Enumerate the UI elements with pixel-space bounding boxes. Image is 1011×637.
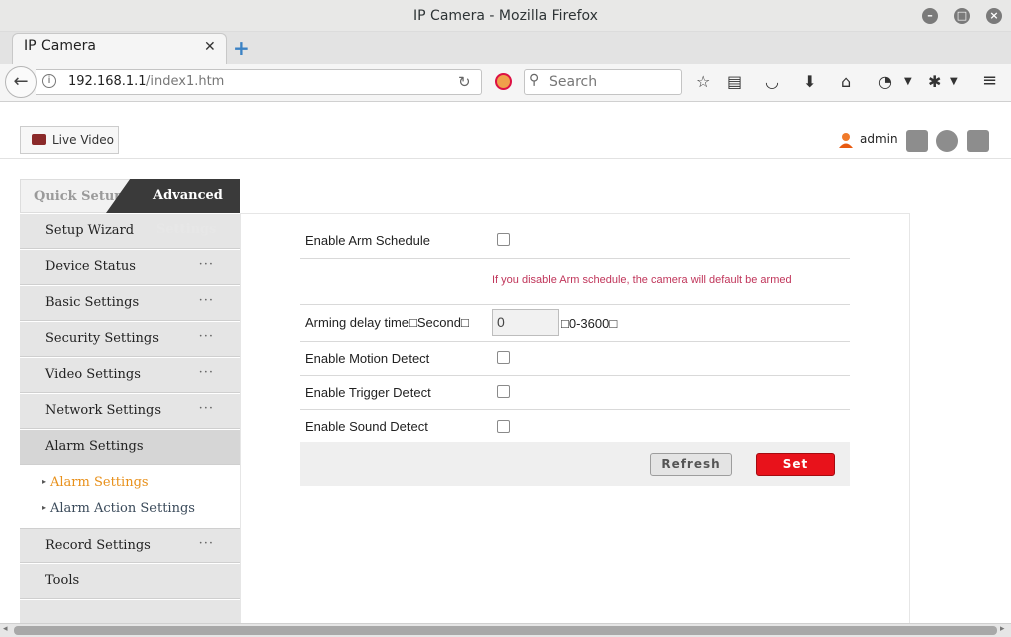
bullet-arrow-icon: ▸	[42, 503, 47, 512]
download-icon[interactable]: ⬇	[803, 72, 816, 91]
home-icon[interactable]: ⌂	[841, 72, 851, 91]
row-divider	[300, 409, 850, 410]
expand-dots-icon: ···	[198, 329, 214, 344]
scroll-right-icon[interactable]: ▸	[1000, 624, 1005, 634]
bullet-arrow-icon: ▸	[42, 477, 47, 486]
sidebar-item-tools[interactable]: Tools	[20, 564, 240, 599]
url-path: /index1.htm	[146, 74, 225, 89]
tab-close-icon[interactable]: ✕	[204, 39, 216, 55]
url-host: 192.168.1.1	[68, 74, 147, 89]
trigger-detect-label: Enable Trigger Detect	[305, 385, 431, 400]
window-title: IP Camera - Mozilla Firefox	[413, 8, 598, 24]
bookmark-star-icon[interactable]: ☆	[696, 72, 710, 91]
sidebar-item-record-settings[interactable]: Record Settings ···	[20, 528, 240, 563]
expand-dots-icon: ···	[198, 365, 214, 380]
arm-schedule-checkbox[interactable]	[497, 233, 510, 246]
search-input[interactable]	[524, 69, 682, 95]
sidebar-item-label: Network Settings	[45, 403, 162, 418]
motion-detect-checkbox[interactable]	[497, 351, 510, 364]
extension-dropdown-icon[interactable]: ▼	[950, 76, 958, 87]
sound-detect-label: Enable Sound Detect	[305, 419, 428, 434]
sidebar-item-label: Device Status	[45, 259, 136, 274]
expand-dots-icon: ···	[198, 257, 214, 272]
trigger-detect-checkbox[interactable]	[497, 385, 510, 398]
set-button[interactable]: Set	[756, 453, 835, 476]
sidebar-item-basic-settings[interactable]: Basic Settings ···	[20, 286, 240, 321]
arm-schedule-label: Enable Arm Schedule	[305, 233, 431, 248]
sidebar-item-label: Record Settings	[45, 538, 151, 553]
playback-icon[interactable]	[906, 130, 928, 152]
tab-advanced-label: Advanced	[153, 188, 223, 203]
tracking-block-icon[interactable]	[495, 73, 512, 90]
logout-icon[interactable]	[967, 130, 989, 152]
site-info-icon[interactable]: i	[42, 74, 56, 88]
palette-dropdown-icon[interactable]: ▼	[904, 76, 912, 87]
submenu-item-label: Alarm Action Settings	[50, 501, 195, 516]
scrollbar-thumb[interactable]	[14, 626, 997, 635]
minimize-icon[interactable]: –	[922, 8, 938, 24]
row-divider	[300, 341, 850, 342]
sidebar-item-label: Video Settings	[45, 367, 141, 382]
sidebar-item-label: Security Settings	[45, 331, 159, 346]
sidebar-item-video-settings[interactable]: Video Settings ···	[20, 358, 240, 393]
live-video-label: Live Video	[52, 133, 114, 147]
palette-icon[interactable]: ◔	[878, 72, 892, 91]
row-divider	[300, 258, 850, 259]
extension-icon[interactable]: ✱	[928, 72, 941, 91]
user-name: admin	[860, 132, 898, 146]
maximize-icon[interactable]: □	[954, 8, 970, 24]
back-arrow-icon[interactable]: ←	[5, 66, 37, 98]
new-tab-icon[interactable]: +	[233, 36, 253, 60]
sound-detect-checkbox[interactable]	[497, 420, 510, 433]
reload-icon[interactable]: ↻	[458, 73, 471, 91]
row-divider	[300, 304, 850, 305]
sidebar-item-label: Setup Wizard	[45, 223, 135, 238]
sidebar-item-network-settings[interactable]: Network Settings ···	[20, 394, 240, 429]
expand-dots-icon: ···	[198, 401, 214, 416]
arm-schedule-note: If you disable Arm schedule, the camera …	[492, 274, 792, 286]
motion-detect-label: Enable Motion Detect	[305, 351, 430, 366]
sidebar-item-label: Tools	[45, 573, 80, 588]
tab-advanced-label-settings: Settings	[156, 222, 217, 237]
close-icon[interactable]: ×	[986, 8, 1002, 24]
search-placeholder: Search	[549, 74, 598, 90]
expand-dots-icon: ···	[198, 536, 214, 551]
refresh-button[interactable]: Refresh	[650, 453, 732, 476]
sidebar-item-device-status[interactable]: Device Status ···	[20, 250, 240, 285]
expand-dots-icon: ···	[198, 293, 214, 308]
menu-icon[interactable]: ≡	[982, 70, 997, 91]
submenu-item-alarm-settings[interactable]: ▸ Alarm Settings	[42, 475, 149, 490]
submenu-item-alarm-action-settings[interactable]: ▸ Alarm Action Settings	[42, 501, 195, 516]
browser-tab-title: IP Camera	[24, 38, 96, 54]
pocket-icon[interactable]: ◡	[765, 72, 779, 91]
sidebar-filler	[20, 600, 240, 623]
arming-delay-label: Arming delay time□Second□	[305, 315, 469, 330]
camera-icon	[32, 134, 46, 145]
sidebar-item-label: Basic Settings	[45, 295, 140, 310]
arming-delay-range: □0-3600□	[561, 316, 618, 331]
scroll-left-icon[interactable]: ◂	[3, 624, 8, 634]
search-icon: ⚲	[529, 72, 540, 88]
sidebar-item-alarm-settings[interactable]: Alarm Settings	[20, 430, 240, 465]
row-divider	[300, 375, 850, 376]
reading-list-icon[interactable]: ▤	[727, 72, 742, 91]
submenu-item-label: Alarm Settings	[50, 475, 149, 490]
arming-delay-input[interactable]: 0	[492, 309, 559, 336]
sidebar-item-security-settings[interactable]: Security Settings ···	[20, 322, 240, 357]
ptz-camera-icon[interactable]	[936, 130, 958, 152]
user-icon	[839, 133, 853, 148]
sidebar-item-label: Alarm Settings	[45, 439, 144, 454]
live-video-button[interactable]: Live Video	[20, 126, 119, 154]
